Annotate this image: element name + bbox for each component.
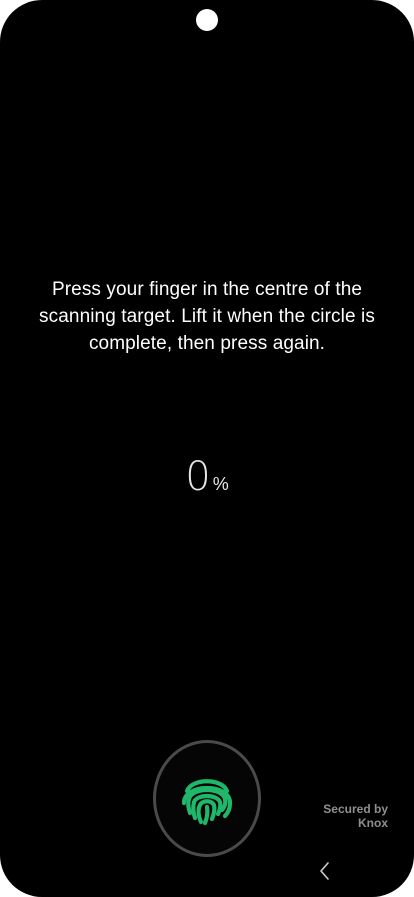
instruction-text: Press your finger in the centre of the s… (39, 279, 375, 354)
front-camera-cutout (196, 9, 218, 31)
fingerprint-scan-target[interactable] (153, 740, 261, 857)
fingerprint-icon (181, 778, 233, 825)
secured-by-knox-label: Secured by Knox (323, 802, 388, 830)
secured-line-2: Knox (358, 816, 388, 830)
back-button[interactable] (312, 858, 338, 884)
progress-readout: 0% (0, 455, 414, 499)
progress-unit: % (212, 474, 229, 494)
fingerprint-enrollment-screen: Press your finger in the centre of the s… (0, 0, 414, 897)
chevron-left-icon (320, 862, 329, 880)
secured-line-1: Secured by (323, 802, 388, 816)
progress-value: 0 (185, 454, 211, 500)
